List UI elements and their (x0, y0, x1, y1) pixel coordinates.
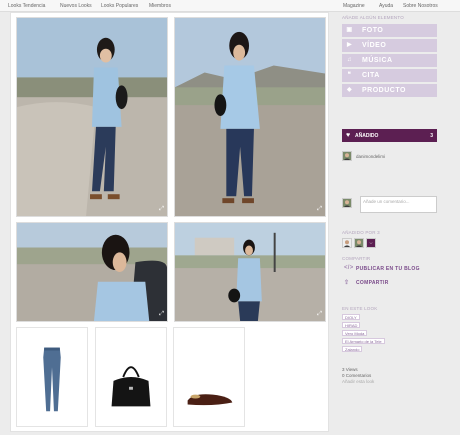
share-icon: ⇪ (344, 280, 350, 286)
nav-nuevos-looks[interactable]: Nuevos Looks (60, 3, 92, 9)
add-video-button[interactable]: ▶ VÍDEO (342, 39, 437, 52)
tag-item[interactable]: Vero Moda (342, 330, 368, 336)
avatar[interactable] (366, 238, 376, 248)
tags-title: EN ESTE LOOK (342, 306, 378, 311)
comments-count: 0 Comentarios (342, 373, 372, 378)
photo-2-image (175, 18, 325, 216)
avatar[interactable] (354, 238, 364, 248)
product-flats[interactable] (173, 327, 245, 427)
avatar-image (355, 239, 363, 247)
add-element-title: AÑADE ALGÚN ELEMENTO (342, 15, 404, 20)
comment-username[interactable]: danimondelimi (356, 154, 385, 159)
avatar-image (343, 152, 351, 160)
jeans-image (43, 347, 61, 412)
tag-icon: ◆ (346, 87, 353, 93)
headphones-icon: ♫ (347, 57, 352, 63)
quote-icon: ❝ (347, 72, 352, 78)
nav-looks-tendencia[interactable]: Looks Tendencia (8, 3, 45, 9)
avatar[interactable] (342, 238, 352, 248)
add-look-link[interactable]: Añadir esta look (342, 379, 374, 384)
handbag-image (111, 366, 151, 407)
look-photo-4[interactable]: ⤢ (174, 222, 326, 322)
share-title: COMPARTIR (342, 256, 371, 261)
look-photo-1[interactable]: ⤢ (16, 17, 168, 217)
liked-count: 3 (430, 133, 433, 139)
photo-3-image (17, 223, 167, 321)
sidebar: AÑADE ALGÚN ELEMENTO ▣ FOTO ▶ VÍDEO ♫ MÚ… (338, 12, 460, 432)
nav-magazine[interactable]: Magazine (343, 3, 365, 9)
share-button[interactable]: ⇪ COMPARTIR (342, 276, 442, 288)
look-gallery: ⤢ ⤢ ⤢ ⤢ (10, 12, 329, 432)
avatar (342, 198, 352, 208)
avatar-image (343, 199, 351, 207)
add-music-button[interactable]: ♫ MÚSICA (342, 54, 437, 67)
product-handbag[interactable] (95, 327, 167, 427)
add-quote-button[interactable]: ❝ CITA (342, 69, 437, 82)
views-count: 3 Views (342, 367, 358, 372)
product-jeans[interactable] (16, 327, 88, 427)
top-navigation: Looks Tendencia Nuevos Looks Looks Popul… (0, 0, 460, 12)
video-icon: ▶ (346, 42, 353, 48)
photo-4-image (175, 223, 325, 321)
avatar[interactable] (342, 151, 352, 161)
avatar-image (367, 239, 375, 247)
publish-blog-button[interactable]: </> PUBLICAR EN TU BLOG (342, 262, 442, 274)
look-photo-2[interactable]: ⤢ (174, 17, 326, 217)
nav-sobre-nosotros[interactable]: Sobre Nosotros (403, 3, 438, 9)
camera-icon: ▣ (346, 27, 353, 33)
look-photo-3[interactable]: ⤢ (16, 222, 168, 322)
tag-item[interactable]: El Armario de la Tele (342, 338, 385, 344)
heart-icon: ♥ (346, 132, 351, 139)
photo-1-image (17, 18, 167, 216)
add-product-button[interactable]: ◆ PRODUCTO (342, 84, 437, 97)
tag-item[interactable]: DIOLY (342, 314, 360, 320)
liked-button[interactable]: ♥ AÑADIDO 3 (342, 129, 437, 142)
expand-icon[interactable]: ⤢ (159, 311, 164, 318)
code-icon: </> (344, 265, 354, 271)
tag-item[interactable]: Zalando (342, 346, 363, 352)
add-photo-button[interactable]: ▣ FOTO (342, 24, 437, 37)
avatar-image (343, 239, 351, 247)
expand-icon[interactable]: ⤢ (317, 206, 322, 213)
nav-ayuda[interactable]: Ayuda (379, 3, 393, 9)
nav-looks-populares[interactable]: Looks Populares (101, 3, 138, 9)
nav-miembros[interactable]: Miembros (149, 3, 171, 9)
tag-item[interactable]: HIRAD (342, 322, 361, 328)
added-by-title: AÑADIDO POR 3 (342, 230, 380, 235)
flats-image (187, 394, 233, 406)
comment-input[interactable]: Añade un comentario... (360, 196, 437, 213)
expand-icon[interactable]: ⤢ (159, 206, 164, 213)
expand-icon[interactable]: ⤢ (317, 311, 322, 318)
